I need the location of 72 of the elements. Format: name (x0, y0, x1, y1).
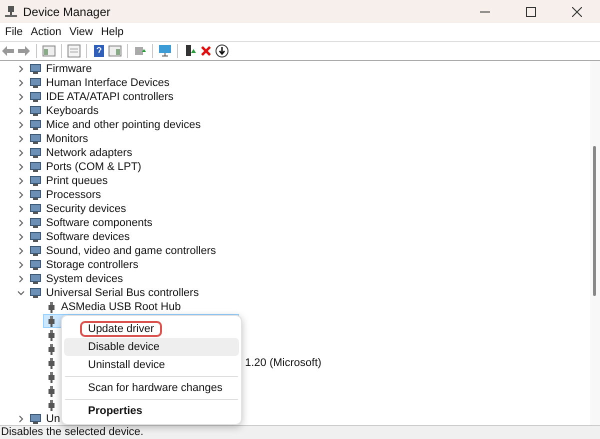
download-circle-icon[interactable] (215, 44, 229, 58)
tree-item[interactable]: Software devices (46, 228, 130, 246)
forward-arrow-icon[interactable] (17, 44, 31, 58)
monitor-icon[interactable] (158, 44, 172, 58)
window-icon[interactable] (67, 44, 81, 58)
usb-plug-icon (48, 400, 55, 410)
menu-item[interactable]: File (1, 24, 27, 40)
maximize-icon (526, 6, 536, 16)
tree-item-text: 1.20 (Microsoft) (245, 356, 322, 371)
device-icon (30, 414, 41, 424)
device-icon (30, 134, 41, 144)
tree-item[interactable]: ASMedia USB Root Hub (61, 298, 181, 316)
remove-icon[interactable] (199, 44, 213, 58)
tree-item[interactable]: System devices (46, 270, 124, 288)
menu-item[interactable]: Uninstall device (88, 356, 166, 374)
device-icon (30, 78, 41, 88)
status-text: Disables the selected device. (0, 425, 144, 439)
computer-icon (5, 6, 17, 18)
tree-item[interactable]: Network adapters (46, 144, 132, 162)
panel-icon[interactable] (108, 44, 122, 58)
device-icon (30, 162, 41, 172)
tree-item[interactable]: Un (46, 410, 60, 428)
tree-item[interactable]: Storage controllers (46, 256, 138, 274)
menu-item[interactable]: Action (26, 24, 66, 40)
device-icon (30, 288, 41, 298)
device-icon (30, 64, 41, 74)
device-icon (30, 260, 41, 270)
window-title: Device Manager (23, 4, 110, 20)
help-icon[interactable] (92, 44, 106, 58)
device-icon (30, 204, 41, 214)
menu-item[interactable]: Help (96, 24, 128, 40)
device-icon (30, 246, 41, 256)
tree-item[interactable]: Mice and other pointing devices (46, 116, 201, 134)
usb-plug-icon (48, 372, 55, 382)
device-icon (30, 176, 41, 186)
back-arrow-icon[interactable] (1, 44, 15, 58)
device-icon (30, 92, 41, 102)
chevron-down-icon[interactable] (17, 289, 25, 297)
tree-item[interactable]: Monitors (46, 130, 88, 148)
menu-item[interactable]: Properties (88, 402, 142, 420)
device-icon (30, 232, 41, 242)
device-icon (30, 106, 41, 116)
tree-item[interactable]: Sound, video and game controllers (46, 242, 216, 260)
update-driver-icon[interactable] (183, 44, 197, 58)
tree-item[interactable]: Processors (46, 186, 102, 204)
console-tree-icon[interactable] (42, 44, 56, 58)
usb-plug-icon (48, 344, 55, 354)
usb-plug-icon (48, 316, 55, 326)
tree-item[interactable]: Software components (46, 214, 152, 232)
device-icon (30, 274, 41, 284)
tree-item[interactable]: Security devices (46, 200, 126, 218)
menu-item[interactable]: View (65, 24, 97, 40)
device-icon (30, 120, 41, 130)
device-icon (30, 218, 41, 228)
tree-item[interactable]: IDE ATA/ATAPI controllers (46, 88, 174, 106)
tree-item[interactable]: Keyboards (46, 102, 99, 120)
tree-item[interactable]: Print queues (46, 172, 108, 190)
usb-plug-icon (48, 330, 55, 340)
tree-item[interactable]: Human Interface Devices (46, 74, 170, 92)
device-icon (30, 148, 41, 158)
scan-icon[interactable] (133, 44, 147, 58)
tree-item[interactable]: Universal Serial Bus controllers (46, 284, 199, 302)
chevron-right-icon[interactable] (17, 415, 25, 423)
menu-item[interactable]: Scan for hardware changes (88, 380, 223, 396)
tree-item[interactable]: Firmware (46, 60, 92, 78)
tree-item[interactable]: Ports (COM & LPT) (46, 158, 142, 176)
scrollbar-thumb[interactable] (593, 146, 596, 296)
usb-plug-icon (48, 358, 55, 368)
usb-plug-icon (48, 302, 55, 312)
usb-plug-icon (48, 386, 55, 396)
close-icon (572, 6, 582, 16)
device-icon (30, 190, 41, 200)
